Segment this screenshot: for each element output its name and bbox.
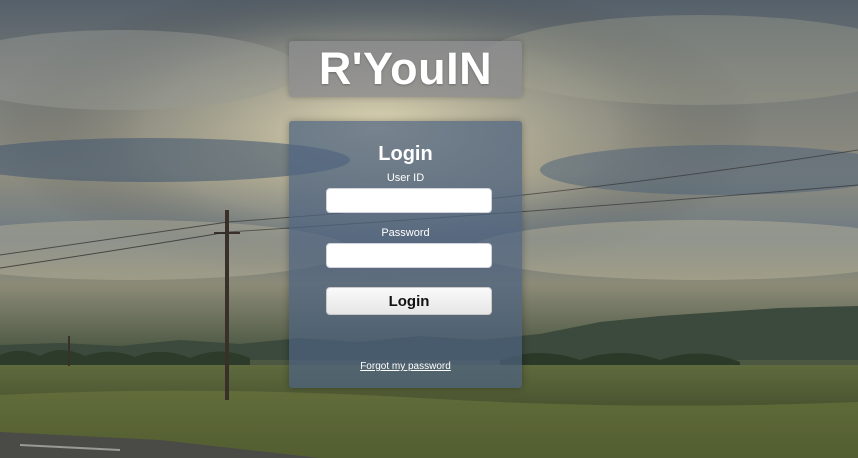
user-id-input[interactable] [326,188,492,213]
login-heading: Login [378,143,433,165]
brand-logo-box: R'YouIN [289,41,522,97]
password-input[interactable] [326,243,492,268]
login-button[interactable]: Login [326,287,492,315]
brand-title: R'YouIN [318,43,493,94]
user-id-label: User ID [386,172,425,184]
forgot-password-link[interactable]: Forgot my password [289,361,522,372]
password-label: Password [381,227,430,239]
login-panel: Login User ID Password Login Forgot my p… [289,121,522,388]
